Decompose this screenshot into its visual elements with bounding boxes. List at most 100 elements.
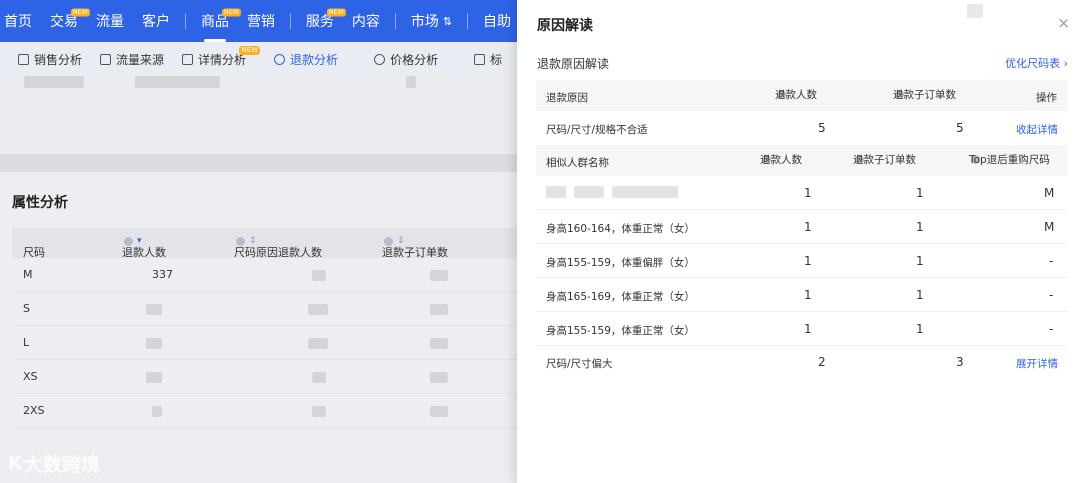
refund-orders-cell: 3 <box>956 355 964 369</box>
collapse-details-link[interactable]: 收起详情 <box>1016 122 1058 137</box>
size-cell: XS <box>23 370 38 383</box>
blurred-value <box>312 406 326 417</box>
nav-content[interactable]: 内容 <box>343 0 389 42</box>
col-refund-people: 退款人数 <box>760 154 802 166</box>
refund-orders-cell: 1 <box>916 288 924 302</box>
refund-orders-cell: 1 <box>916 220 924 234</box>
refund-orders-cell: 1 <box>916 254 924 268</box>
nav-trade[interactable]: 交易 NEW <box>41 0 90 42</box>
nav-divider <box>467 13 468 29</box>
top-navigation: 首页 交易 NEW 流量 客户 商品 NEW 营销 服务 NEW 内容 市场 ⇅ 自助 <box>0 0 520 42</box>
reason-name: 尺码/尺寸/规格不合适 <box>546 124 648 136</box>
blurred-value <box>612 186 678 198</box>
size-cell: S <box>23 302 30 315</box>
blurred-value <box>146 372 162 383</box>
table-row: S <box>12 292 520 326</box>
nav-product[interactable]: 商品 NEW <box>192 0 241 42</box>
blurred-value <box>430 372 448 383</box>
nav-self-service[interactable]: 自助 <box>474 0 520 42</box>
blurred-value <box>967 4 983 18</box>
logo-text: 大数跨境 <box>23 454 100 476</box>
table-row: M 337 <box>12 258 520 292</box>
nav-marketing[interactable]: 营销 <box>238 0 284 42</box>
drawer-title: 原因解读 <box>537 18 593 34</box>
blurred-value <box>574 186 604 198</box>
refund-icon <box>274 53 286 65</box>
nav-home[interactable]: 首页 <box>0 0 41 42</box>
detail-icon <box>182 53 194 65</box>
group-name: 身高155-159，体重正常（女） <box>546 325 695 337</box>
nav-home-label: 首页 <box>4 14 32 30</box>
chart-icon <box>100 53 112 65</box>
refund-people-cell: 1 <box>804 288 812 302</box>
repurchase-size-cell: M <box>1044 220 1055 234</box>
blurred-value <box>546 186 566 198</box>
table-row: L <box>12 326 520 360</box>
table-row: 1 1 M <box>536 176 1068 210</box>
refund-people-cell: 2 <box>818 355 826 369</box>
table-row: 尺码/尺寸偏大 2 3 展开详情 <box>536 346 1068 380</box>
repurchase-size-cell: M <box>1044 186 1055 200</box>
watermark-logo: K 大数跨境 <box>8 450 100 477</box>
refund-people-cell: 1 <box>804 220 812 234</box>
col-refund-people: 退款人数 <box>775 89 817 101</box>
tab-detail-analysis[interactable]: 详情分析 NEW <box>164 42 261 76</box>
repurchase-size-cell: - <box>1049 322 1054 336</box>
table-row: XS <box>12 360 520 394</box>
refund-people-cell: 1 <box>804 186 812 200</box>
nav-market[interactable]: 市场 ⇅ <box>402 0 461 42</box>
size-cell: M <box>23 268 33 281</box>
col-label: 退款人数 <box>775 89 817 101</box>
col-group-name: 相似人群名称 <box>546 157 609 169</box>
tab-sales-analysis[interactable]: 销售分析 <box>0 42 82 76</box>
tab-refund-analysis[interactable]: 退款分析 <box>246 42 338 76</box>
col-label: 退款人数 <box>760 154 802 166</box>
col-refund-orders[interactable]: 退款子订单数 ⇕ <box>382 236 448 259</box>
refund-orders-cell: 1 <box>916 322 924 336</box>
col-label: 退款子订单数 <box>853 154 916 166</box>
refund-orders-cell: 1 <box>916 186 924 200</box>
close-icon[interactable]: × <box>1057 14 1070 32</box>
expand-details-link[interactable]: 展开详情 <box>1016 356 1058 371</box>
section-title: 属性分析 <box>12 195 68 211</box>
repurchase-size-cell: - <box>1049 254 1054 268</box>
nav-traffic[interactable]: 流量 <box>87 0 133 42</box>
col-size-reason-people[interactable]: 尺码原因退款人数 ⇕ <box>234 236 322 259</box>
blurred-value <box>308 304 328 315</box>
nav-divider <box>394 13 396 29</box>
refund-people-cell: 337 <box>152 268 173 281</box>
optimize-size-chart-link[interactable]: 优化尺码表 › <box>1005 55 1068 71</box>
nav-divider <box>185 13 186 29</box>
tab-more[interactable]: 标 <box>438 42 502 76</box>
table-row: 2XS <box>12 394 520 428</box>
tab-traffic-source[interactable]: 流量来源 <box>82 42 164 76</box>
refund-people-cell: 1 <box>804 322 812 336</box>
chevron-right-icon: › <box>1063 57 1068 70</box>
col-refund-orders: 退款子订单数 <box>893 89 956 101</box>
nav-self-service-label: 自助 <box>482 14 511 30</box>
table-row: 身高155-159，体重正常（女） 1 1 - <box>536 312 1068 346</box>
blurred-value <box>152 406 162 417</box>
tab-price-analysis[interactable]: 价格分析 <box>338 42 438 76</box>
blurred-value <box>430 406 448 417</box>
link-label: 优化尺码表 <box>1005 57 1061 70</box>
group-name: 身高155-159，体重偏胖（女） <box>546 257 695 269</box>
nav-customer[interactable]: 客户 <box>133 0 179 42</box>
blurred-value <box>135 76 220 88</box>
tag-icon <box>474 53 486 65</box>
reason-name: 尺码/尺寸偏大 <box>546 358 613 370</box>
logo-mark: K <box>8 453 22 474</box>
col-refund-orders: 退款子订单数 <box>853 154 916 166</box>
tab-label: 退款分析 <box>290 52 339 67</box>
sort-icon: ⇅ <box>442 14 453 28</box>
nav-service[interactable]: 服务 NEW <box>297 0 346 42</box>
reason-drawer: 原因解读 × 退款原因解读 优化尺码表 › 退款原因 退款人数 退款子订单数 操… <box>517 0 1080 483</box>
repurchase-size-cell: - <box>1049 288 1054 302</box>
nav-traffic-label: 流量 <box>96 14 124 30</box>
reason-table-header: 退款原因 退款人数 退款子订单数 操作 <box>536 80 1068 111</box>
section-title: 退款原因解读 <box>537 57 610 71</box>
col-refund-people[interactable]: 退款人数 ▾ <box>122 236 166 259</box>
blurred-value <box>430 304 448 315</box>
table-row: 身高155-159，体重偏胖（女） 1 1 - <box>536 244 1068 278</box>
summary-card <box>0 76 520 154</box>
